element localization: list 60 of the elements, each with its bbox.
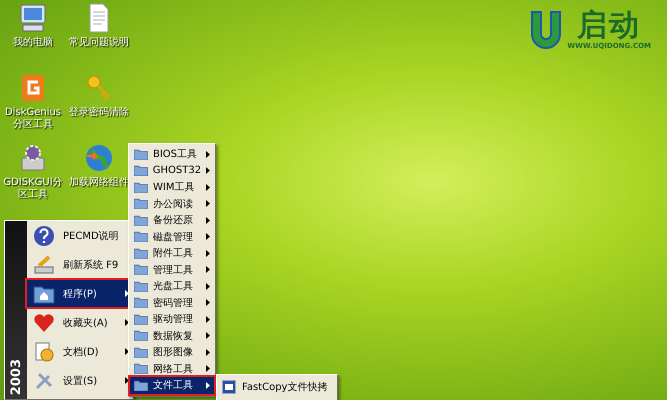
arrow-icon bbox=[206, 233, 210, 240]
folder-icon bbox=[134, 264, 148, 276]
logo-name: 启动 bbox=[577, 10, 642, 42]
start-menu-item[interactable]: 刷新系统 F9 bbox=[27, 251, 133, 278]
menu-item[interactable]: 数据恢复 bbox=[130, 328, 214, 344]
start-menu-item[interactable]: 文档(D) bbox=[27, 338, 133, 365]
help-icon bbox=[33, 224, 55, 246]
menu-item[interactable]: FastCopy文件快拷 bbox=[218, 377, 336, 397]
menu-item[interactable]: 办公阅读 bbox=[130, 196, 214, 212]
arrow-icon bbox=[206, 382, 210, 389]
logo-icon bbox=[529, 10, 564, 50]
folder-icon bbox=[134, 297, 148, 308]
arrow-icon bbox=[206, 167, 210, 174]
arrow-icon bbox=[206, 365, 210, 372]
folder-icon bbox=[134, 330, 148, 342]
arrow-icon bbox=[206, 348, 210, 356]
menu-item[interactable]: WIM工具 bbox=[130, 179, 214, 196]
globe-icon bbox=[83, 142, 115, 174]
arrow-icon bbox=[206, 282, 210, 290]
arrow-icon bbox=[206, 200, 210, 208]
drive-brush-icon bbox=[33, 254, 55, 276]
arrow-icon bbox=[206, 316, 210, 323]
start-menu-item[interactable]: 设置(S) bbox=[27, 367, 133, 394]
heart-icon bbox=[33, 312, 55, 334]
folder-icon bbox=[134, 280, 148, 292]
menu-item[interactable]: GHOST32 bbox=[130, 162, 214, 179]
document-clock-icon bbox=[33, 340, 55, 362]
menu-item[interactable]: 密码管理 bbox=[130, 294, 214, 311]
menu-item[interactable]: 图形图像 bbox=[130, 344, 214, 360]
menu-item[interactable]: BIOS工具 bbox=[130, 146, 214, 162]
arrow-icon bbox=[206, 299, 210, 306]
menu-item[interactable]: 文件工具 bbox=[130, 377, 214, 394]
menu-item[interactable]: 驱动管理 bbox=[130, 311, 214, 328]
arrow-icon bbox=[206, 184, 210, 191]
folder-icon bbox=[134, 148, 148, 160]
arrow-icon bbox=[206, 266, 210, 274]
start-menu-item[interactable]: PECMD说明 bbox=[27, 222, 133, 249]
folder-icon bbox=[134, 182, 148, 193]
menu-item[interactable]: 附件工具 bbox=[130, 245, 214, 262]
folder-icon bbox=[134, 165, 148, 176]
arrow-icon bbox=[206, 216, 210, 224]
folder-icon bbox=[134, 314, 148, 325]
edition-label: 2003 bbox=[8, 358, 24, 395]
menu-item[interactable]: 光盘工具 bbox=[130, 278, 214, 294]
folder-icon bbox=[134, 198, 148, 210]
folder-icon bbox=[134, 363, 148, 374]
arrow-icon bbox=[206, 150, 210, 158]
start-menu-item[interactable]: 收藏夹(A) bbox=[27, 309, 133, 336]
menu-item[interactable]: 备份还原 bbox=[130, 212, 214, 228]
menu-item[interactable]: 管理工具 bbox=[130, 262, 214, 278]
menu-item[interactable]: 磁盘管理 bbox=[130, 228, 214, 245]
folder-icon bbox=[134, 231, 148, 242]
folder-icon bbox=[134, 380, 148, 391]
folder-icon bbox=[134, 346, 148, 358]
folder-icon bbox=[134, 248, 148, 259]
app-icon bbox=[222, 380, 236, 394]
menu-item[interactable]: 网络工具 bbox=[130, 360, 214, 377]
arrow-icon bbox=[206, 332, 210, 340]
folder-icon bbox=[134, 214, 148, 226]
arrow-icon bbox=[206, 250, 210, 257]
